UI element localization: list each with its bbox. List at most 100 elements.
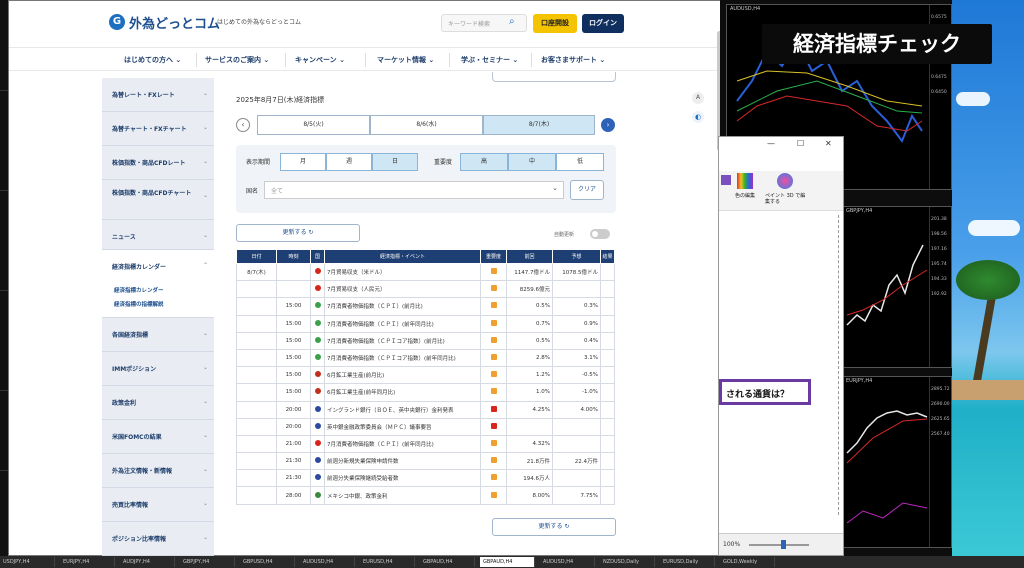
- maximize-icon[interactable]: ☐: [797, 139, 804, 148]
- sidebar-item-policy-rate[interactable]: 政策金利 ⌄: [102, 386, 214, 420]
- clear-button[interactable]: クリア: [570, 180, 604, 200]
- sidebar-sub-calendar[interactable]: 経済指標カレンダー: [114, 286, 164, 294]
- table-cell: 7月貿易収支（人民元）: [324, 280, 481, 299]
- day-tab-0806[interactable]: 8/6(水): [370, 115, 483, 135]
- table-cell: [600, 383, 615, 402]
- table-row[interactable]: 28:00 メキシコ中銀、政策金利 8.00% 7.75%: [236, 486, 615, 505]
- auto-update-toggle[interactable]: [590, 229, 610, 239]
- taskbar-tab[interactable]: AUDUSD,H4: [300, 557, 355, 567]
- sidebar-item-fx-charts[interactable]: 為替チャート・FXチャート ⌄: [102, 112, 214, 146]
- taskbar-tab[interactable]: AUDUSD,H4: [540, 557, 595, 567]
- color-swatch[interactable]: [721, 175, 731, 185]
- country-label: 国名: [246, 188, 259, 195]
- sidebar-item-country-indicators[interactable]: 各国経済指標 ⌄: [102, 318, 214, 352]
- taskbar-tab[interactable]: GBPAUD,H4: [480, 557, 535, 567]
- nav-services[interactable]: サービスのご案内 ⌄: [205, 55, 269, 65]
- nav-learn-seminar[interactable]: 学ぶ・セミナー ⌄: [461, 55, 518, 65]
- table-cell: [276, 262, 311, 282]
- table-cell: 7月消費者物価指数（ＣＰＩコア指数）(前月比): [324, 331, 481, 350]
- chart-window-eurjpy[interactable]: EURJPY,H4 2895.72 2690.00 2625.65 2567.40: [842, 376, 952, 548]
- chart-window-gbpjpy[interactable]: GBPJPY,H4 201.38 198.56 197.16 195.74 194.33…: [842, 206, 952, 368]
- table-row[interactable]: 20:00 イングランド銀行（ＢＯＥ、英中央銀行）金利発表 4.25% 4.00%: [236, 400, 615, 419]
- table-row[interactable]: 15:00 7月消費者物価指数（ＣＰＩコア指数）(前月比) 0.5% 0.4%: [236, 331, 615, 350]
- table-row[interactable]: 20:00 英中銀金融政策委員会（ＭＰＣ）議事要旨: [236, 417, 615, 436]
- zoom-slider[interactable]: [781, 540, 786, 549]
- table-row[interactable]: 8/7(木) 7月貿易収支（米ドル） 1147.7億ドル 1078.5億ドル: [236, 262, 615, 282]
- table-row[interactable]: 15:00 7月消費者物価指数（ＣＰＩ）(前年同月比) 0.7% 0.9%: [236, 314, 615, 333]
- importance-high-button[interactable]: 高: [460, 153, 508, 171]
- taskbar-tab[interactable]: GBPUSD,H4: [240, 557, 295, 567]
- close-icon[interactable]: ✕: [825, 139, 832, 148]
- taskbar-tab[interactable]: GBPJPY,H4: [180, 557, 235, 567]
- update-button-top-fragment[interactable]: [492, 72, 616, 82]
- table-cell: [480, 366, 507, 385]
- search-icon[interactable]: ⌕: [509, 16, 515, 27]
- nav-support[interactable]: お客さまサポート ⌄: [541, 55, 605, 65]
- importance-low-button[interactable]: 低: [556, 153, 604, 171]
- taskbar-tab[interactable]: GBPAUD,H4: [420, 557, 475, 567]
- sidebar-item-fx-rates[interactable]: 為替レート・FXレート ⌄: [102, 78, 214, 112]
- site-logo-text[interactable]: 外為どっとコム: [129, 13, 220, 32]
- prev-day-button[interactable]: ‹: [236, 118, 250, 132]
- nav-campaign[interactable]: キャンペーン ⌄: [295, 55, 345, 65]
- table-cell: [480, 434, 507, 454]
- taskbar-tab[interactable]: EURUSD,H4: [360, 557, 415, 567]
- sidebar-item-position-ratio[interactable]: ポジション比率情報 ⌄: [102, 522, 214, 556]
- update-button[interactable]: 更新する ↻: [236, 224, 360, 242]
- table-cell: 7月消費者物価指数（ＣＰＩ）(前年同月比): [324, 314, 481, 333]
- open-account-button[interactable]: 口座開設: [533, 14, 577, 33]
- table-cell: [600, 469, 615, 488]
- taskbar-tab[interactable]: AUDJPY,H4: [120, 557, 175, 567]
- sidebar-item-news[interactable]: ニュース ⌄: [102, 220, 214, 250]
- sidebar-item-cfd-rates[interactable]: 株価指数・商品CFDレート ⌄: [102, 146, 214, 180]
- sidebar-item-cfd-charts[interactable]: 株価指数・商品CFDチャート ⌄: [102, 180, 214, 220]
- day-tab-0807[interactable]: 8/7(木): [483, 115, 595, 135]
- importance-mid-button[interactable]: 中: [508, 153, 556, 171]
- table-cell: [236, 331, 277, 350]
- table-cell: 15:00: [276, 331, 311, 350]
- table-cell: [600, 348, 615, 368]
- table-row[interactable]: 15:00 7月消費者物価指数（ＣＰＩ）(前月比) 0.5% 0.3%: [236, 297, 615, 316]
- table-row[interactable]: 21:00 7月消費者物価指数（ＣＰＩ）(前年同月比) 4.32%: [236, 434, 615, 454]
- importance-icon: [490, 302, 497, 309]
- table-row[interactable]: 15:00 6月鉱工業生産(前年同月比) 1.0% -1.0%: [236, 383, 615, 402]
- table-row[interactable]: 15:00 7月消費者物価指数（ＣＰＩコア指数）(前年同月比) 2.8% 3.1%: [236, 348, 615, 368]
- table-row[interactable]: 7月貿易収支（人民元） 8259.6億元: [236, 280, 615, 299]
- table-row[interactable]: 15:00 6月鉱工業生産(前月比) 1.2% -0.5%: [236, 366, 615, 385]
- period-month-button[interactable]: 月: [280, 153, 326, 171]
- country-select[interactable]: 全て: [264, 181, 564, 199]
- table-row[interactable]: 21:30 前週分新規失業保険申請件数 21.8万件 22.4万件: [236, 452, 615, 471]
- country-flag-icon: [314, 354, 321, 361]
- paint-canvas[interactable]: [719, 211, 843, 533]
- sidebar-item-trade-ratio[interactable]: 売買比率情報 ⌄: [102, 488, 214, 522]
- sidebar-item-imm[interactable]: IMMポジション ⌄: [102, 352, 214, 386]
- paint-window: — ☐ ✕ 色の編集 ペイント 3D で編集する される通貨は？ 100%: [718, 136, 844, 556]
- sidebar-item-calendar[interactable]: 経済指標カレンダー ⌃ 経済指標カレンダー 経済指標の指標解説: [102, 250, 214, 318]
- country-flag-icon: [314, 422, 321, 429]
- nav-beginners[interactable]: はじめての方へ ⌄: [124, 55, 181, 65]
- period-day-button[interactable]: 日: [372, 153, 418, 171]
- logo-icon[interactable]: G: [109, 14, 125, 30]
- taskbar-tab[interactable]: GOLD,Weekly: [720, 557, 775, 567]
- sidebar-item-fomc[interactable]: 米国FOMCの結果 ⌄: [102, 420, 214, 454]
- taskbar-tab[interactable]: USDJPY,H4: [0, 557, 55, 567]
- update-button-bottom[interactable]: 更新する ↻: [492, 518, 616, 536]
- edit-colors-icon[interactable]: [737, 173, 753, 189]
- taskbar-tab[interactable]: NZDUSD,Daily: [600, 557, 655, 567]
- country-flag-icon: [314, 457, 321, 464]
- assistant-icon[interactable]: ◐: [692, 111, 704, 123]
- sidebar-item-order-info[interactable]: 外為注文情報・新情報 ⌄: [102, 454, 214, 488]
- login-button[interactable]: ログイン: [582, 14, 624, 33]
- sidebar-sub-explanation[interactable]: 経済指標の指標解説: [114, 300, 164, 308]
- minimize-icon[interactable]: —: [767, 139, 775, 148]
- column-header: 前回: [506, 249, 553, 264]
- text-size-icon[interactable]: A: [692, 92, 704, 104]
- day-tab-0805[interactable]: 8/5(火): [257, 115, 370, 135]
- taskbar-tab[interactable]: EURUSD,Daily: [660, 557, 715, 567]
- nav-market-info[interactable]: マーケット情報 ⌄: [377, 55, 434, 65]
- taskbar-tab[interactable]: EURJPY,H4: [60, 557, 115, 567]
- paint3d-icon[interactable]: [777, 173, 793, 189]
- next-day-button[interactable]: ›: [601, 118, 615, 132]
- period-week-button[interactable]: 週: [326, 153, 372, 171]
- table-row[interactable]: 21:30 前週分失業保険継続受給者数 194.6万人: [236, 469, 615, 488]
